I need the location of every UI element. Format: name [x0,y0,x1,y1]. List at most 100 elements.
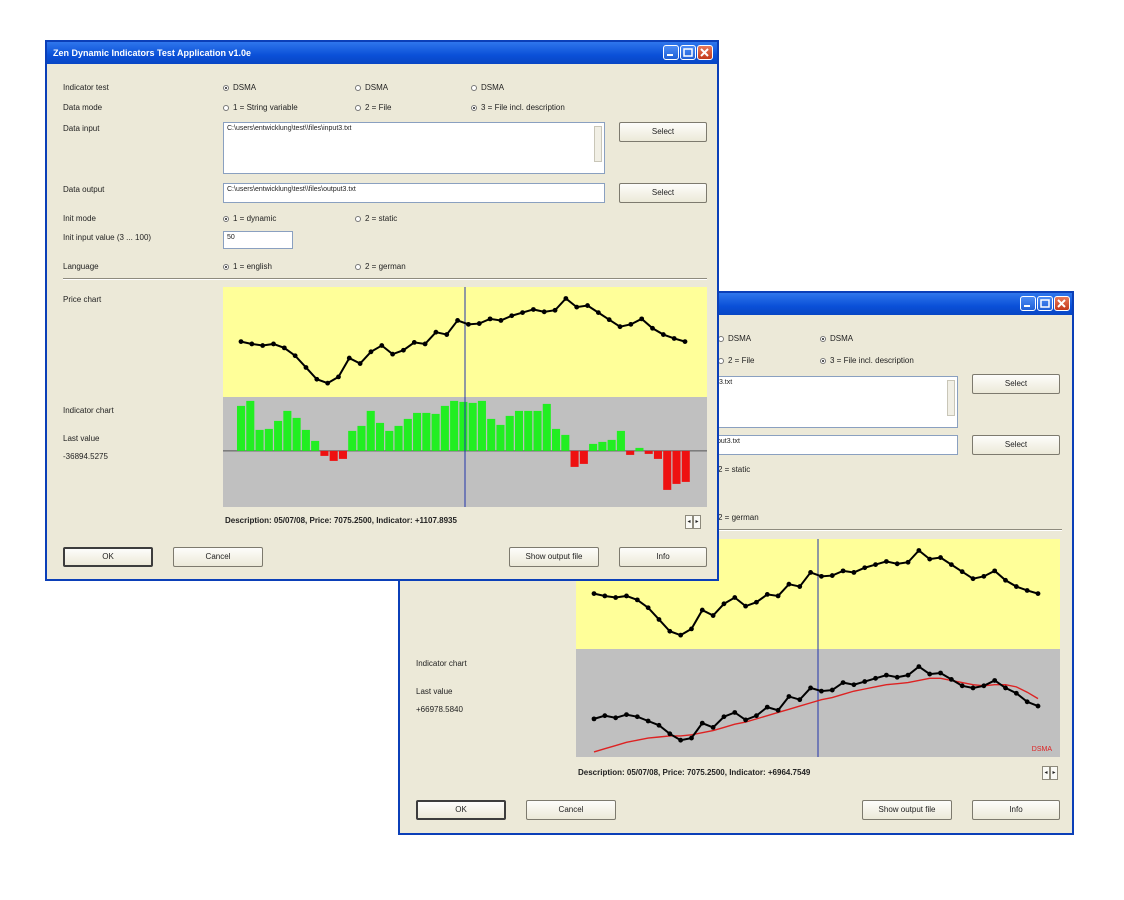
cancel-button[interactable]: Cancel [173,547,263,567]
indicator-bar [487,418,496,451]
indicator-bar [264,428,273,451]
data-mode-option-3[interactable]: 3 = File incl. description [471,103,565,112]
window-1-titlebar[interactable]: Zen Dynamic Indicators Test Application … [47,42,717,64]
price-point [840,568,846,574]
price-point [938,555,943,560]
data-mode-option-1[interactable]: 1 = String variable [223,103,298,112]
indicator-point [959,683,965,689]
info-button[interactable]: Info [619,547,707,567]
price-point [678,632,684,638]
maximize-icon[interactable] [680,45,696,60]
init-input-value-field[interactable]: 50 [223,231,293,249]
indicator-bar [274,420,283,451]
w2-data-output-field[interactable]: put3.txt [714,435,958,455]
arrow-right-icon[interactable]: ▸ [1050,766,1058,780]
w2-language-german[interactable]: 2 = german [718,513,759,522]
indicator-bar [338,450,347,459]
init-mode-static[interactable]: 2 = static [355,214,397,223]
indicator-bar [366,410,375,451]
radio-icon [471,84,477,91]
w2-data-input-field[interactable]: t3.txt [714,376,958,428]
init-mode-dynamic[interactable]: 1 = dynamic [223,214,276,223]
arrow-right-icon[interactable]: ▸ [693,515,701,529]
scrollbar[interactable] [947,380,955,416]
w2-last-value-label: Last value [416,687,453,696]
indicator-bar [237,405,246,451]
price-chart[interactable] [223,287,707,397]
data-input-field[interactable]: C:\users\entwicklung\test\\files\input3.… [223,122,605,174]
close-icon[interactable] [697,45,713,60]
indicator-point [699,720,705,726]
w2-select-input-button[interactable]: Select [972,374,1060,394]
price-point [699,607,705,613]
price-point [948,562,954,567]
data-output-field[interactable]: C:\users\entwicklung\test\\files\output3… [223,183,605,203]
minimize-icon[interactable] [1020,296,1036,311]
w2-ok-button[interactable]: OK [416,800,506,820]
price-point [754,599,759,605]
indicator-option-3[interactable]: DSMA [471,83,504,92]
indicator-point [786,694,792,699]
w2-scroll-buttons[interactable]: ◂ ▸ [1042,766,1060,782]
indicator-point [905,672,911,678]
data-mode-option-2[interactable]: 2 = File [355,103,391,112]
w2-show-output-button[interactable]: Show output file [862,800,952,820]
indicator-option-1[interactable]: DSMA [223,83,256,92]
ok-button[interactable]: OK [63,547,153,567]
select-output-button[interactable]: Select [619,183,707,203]
language-english[interactable]: 1 = english [223,262,272,271]
price-point [721,601,727,607]
language-german[interactable]: 2 = german [355,262,406,271]
indicator-point [732,710,738,715]
w2-info-button[interactable]: Info [972,800,1060,820]
w2-indicator-option-1[interactable]: DSMA [718,334,751,343]
indicator-bar [311,440,320,451]
indicator-point [840,680,846,685]
indicator-point [851,682,857,688]
price-point [336,374,341,380]
arrow-left-icon[interactable]: ◂ [685,515,693,529]
radio-icon [355,215,361,222]
price-point [249,341,255,347]
price-point [905,559,911,565]
w2-indicator-option-2[interactable]: DSMA [820,334,853,343]
indicator-point [1035,703,1041,709]
radio-icon [355,84,361,91]
price-point [634,597,640,603]
price-point [541,309,547,315]
show-output-button[interactable]: Show output file [509,547,599,567]
minimize-icon[interactable] [663,45,679,60]
w2-select-output-button[interactable]: Select [972,435,1060,455]
close-icon[interactable] [1054,296,1070,311]
init-mode-label: Init mode [63,214,96,223]
w2-cancel-button[interactable]: Cancel [526,800,616,820]
w2-indicator-chart[interactable]: DSMA [576,649,1060,757]
w2-data-mode-option-2[interactable]: 3 = File incl. description [820,356,914,365]
scroll-buttons[interactable]: ◂ ▸ [685,515,703,531]
last-value-label: Last value [63,434,100,443]
price-point [314,376,320,382]
indicator-bar [394,425,403,451]
indicator-option-2[interactable]: DSMA [355,83,388,92]
data-mode-label: Data mode [63,103,103,112]
maximize-icon[interactable] [1037,296,1053,311]
indicator-bar [635,447,644,451]
price-point [927,556,933,562]
indicator-point [645,718,651,724]
select-input-button[interactable]: Select [619,122,707,142]
w2-data-mode-option-1[interactable]: 2 = File [718,356,754,365]
indicator-chart[interactable] [223,397,707,507]
price-point [689,626,694,632]
scrollbar[interactable] [594,126,602,162]
price-point [1003,577,1008,583]
w2-init-mode-static[interactable]: 2 = static [718,465,750,474]
price-point [894,561,900,567]
price-point [574,304,580,310]
indicator-point [927,671,933,677]
indicator-point [938,670,943,676]
price-point [509,313,515,319]
indicator-point [591,716,597,722]
indicator-point [797,697,803,703]
price-point [1024,588,1030,593]
arrow-left-icon[interactable]: ◂ [1042,766,1050,780]
